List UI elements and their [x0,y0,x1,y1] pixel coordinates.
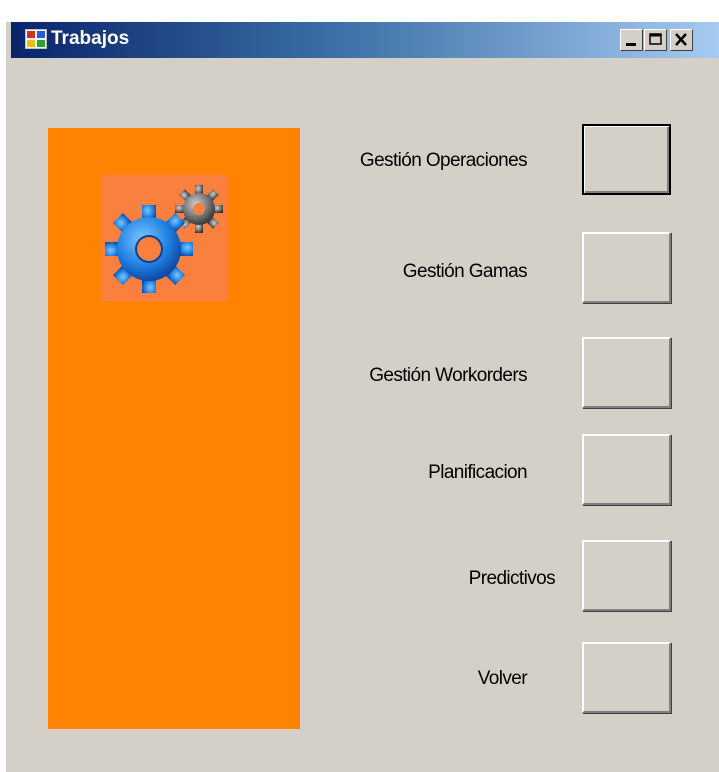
volver-button[interactable] [582,642,671,713]
title-bar[interactable]: Trabajos [11,22,719,58]
label-volver: Volver [477,668,528,689]
gears-icon [101,175,227,301]
predictivos-button[interactable] [582,540,671,611]
window-title: Trabajos [51,28,130,49]
gestion-workorders-button[interactable] [582,337,671,408]
gestion-gamas-button[interactable] [582,232,671,303]
maximize-button[interactable] [644,29,667,51]
side-panel [48,128,300,729]
minimize-button[interactable] [620,29,643,51]
gestion-operaciones-button[interactable] [582,124,671,195]
label-gestion-gamas: Gestión Gamas [402,261,528,282]
label-gestion-workorders: Gestión Workorders [369,365,527,386]
label-gestion-operaciones: Gestión Operaciones [359,150,528,171]
label-planificacion: Planificacion [428,462,527,483]
label-predictivos: Predictivos [468,568,556,589]
planificacion-button[interactable] [582,434,671,505]
app-icon[interactable] [25,29,47,49]
close-button[interactable] [670,29,693,51]
